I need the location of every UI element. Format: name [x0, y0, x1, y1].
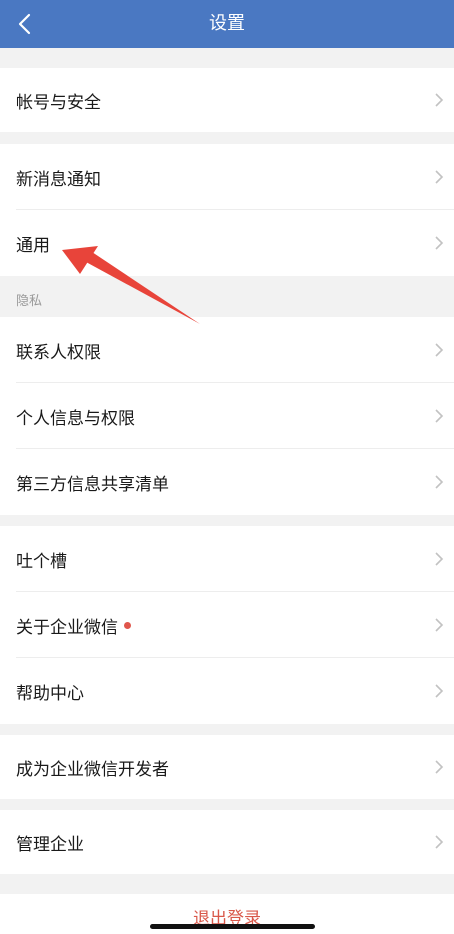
chevron-right-icon: [435, 409, 444, 423]
navigation-bar: 设置: [0, 0, 454, 48]
settings-item-label-about: 关于企业微信: [16, 592, 131, 658]
settings-item-personal-info-permissions[interactable]: 个人信息与权限: [0, 383, 454, 449]
settings-item-third-party-sharing-list[interactable]: 第三方信息共享清单: [0, 449, 454, 515]
settings-item-about[interactable]: 关于企业微信: [0, 592, 454, 658]
new-badge-dot: [124, 621, 131, 629]
settings-item-label: 通用: [16, 235, 50, 256]
settings-item-label: 管理企业: [16, 834, 84, 855]
settings-item-feedback[interactable]: 吐个槽: [0, 526, 454, 592]
settings-item-label: 帮助中心: [16, 683, 84, 704]
chevron-right-icon: [435, 236, 444, 250]
settings-item-contact-permissions[interactable]: 联系人权限: [0, 317, 454, 383]
settings-item-label: 个人信息与权限: [16, 408, 135, 429]
settings-item-become-developer[interactable]: 成为企业微信开发者: [0, 735, 454, 799]
chevron-right-icon: [435, 170, 444, 184]
chevron-right-icon: [435, 760, 444, 774]
settings-item-help-center[interactable]: 帮助中心: [0, 658, 454, 724]
settings-item-general[interactable]: 通用: [0, 210, 454, 276]
settings-item-label: 联系人权限: [16, 342, 101, 363]
chevron-right-icon: [435, 684, 444, 698]
chevron-right-icon: [435, 835, 444, 849]
settings-item-label: 新消息通知: [16, 169, 101, 190]
page-title: 设置: [209, 13, 245, 34]
chevron-right-icon: [435, 552, 444, 566]
settings-item-label: 关于企业微信: [16, 617, 118, 638]
settings-item-label: 第三方信息共享清单: [16, 474, 169, 495]
home-indicator[interactable]: [150, 924, 315, 929]
settings-item-manage-enterprise[interactable]: 管理企业: [0, 810, 454, 874]
settings-item-label: 帐号与安全: [16, 92, 101, 113]
settings-item-label: 吐个槽: [16, 551, 67, 572]
chevron-right-icon: [435, 618, 444, 632]
chevron-right-icon: [435, 475, 444, 489]
settings-item-label: 成为企业微信开发者: [16, 759, 169, 780]
settings-item-account-security[interactable]: 帐号与安全: [0, 68, 454, 132]
settings-item-new-message-notification[interactable]: 新消息通知: [0, 144, 454, 210]
chevron-right-icon: [435, 343, 444, 357]
section-header-privacy: 隐私: [16, 294, 43, 309]
chevron-right-icon: [435, 93, 444, 107]
